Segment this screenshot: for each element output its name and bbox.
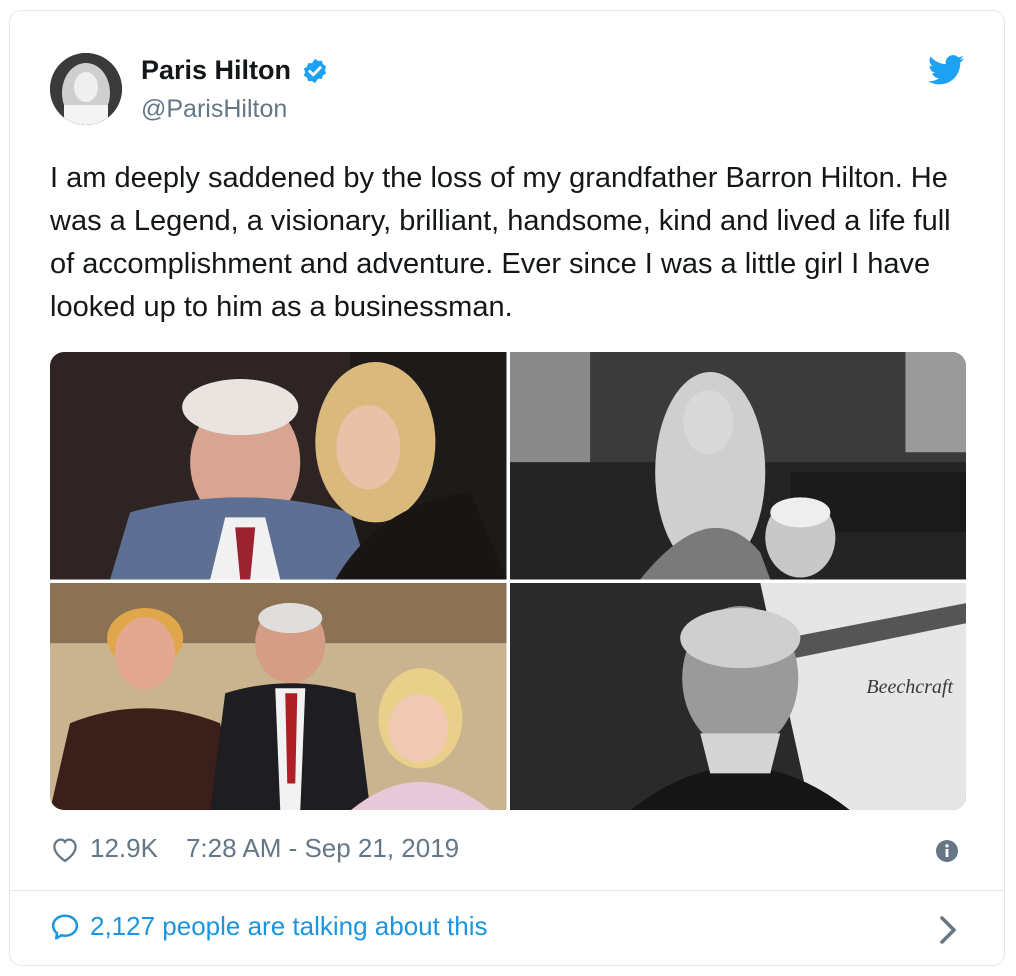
photo-1[interactable] — [50, 352, 507, 580]
tweet-text: I am deeply saddened by the loss of my g… — [50, 162, 951, 323]
tweet-meta: 12.9K 7:28 AM - Sep 21, 2019 — [50, 833, 459, 864]
photo-3[interactable] — [50, 582, 507, 810]
conversation-link[interactable]: 2,127 people are talking about this — [50, 911, 488, 942]
photo-4[interactable]: Beechcraft — [509, 582, 966, 810]
timestamp[interactable]: 7:28 AM - Sep 21, 2019 — [186, 833, 459, 864]
tweet-card: Paris Hilton @ParisHilton I am deeply sa… — [9, 10, 1005, 966]
author-row[interactable]: Paris Hilton — [141, 55, 329, 86]
verified-badge-icon — [303, 58, 327, 83]
beechcraft-sign: Beechcraft — [866, 676, 953, 698]
conversation-text[interactable]: 2,127 people are talking about this — [90, 911, 488, 942]
author-handle[interactable]: @ParisHilton — [141, 95, 287, 124]
like-count[interactable]: 12.9K — [90, 833, 158, 864]
author-name[interactable]: Paris Hilton — [141, 55, 291, 86]
divider — [10, 890, 1004, 891]
photo-grid: Beechcraft — [50, 352, 966, 810]
photo-2[interactable] — [509, 352, 966, 580]
avatar[interactable] — [50, 53, 122, 125]
heart-icon[interactable] — [50, 835, 80, 863]
twitter-bird-icon[interactable] — [928, 55, 964, 85]
speech-bubble-icon — [51, 914, 79, 939]
info-icon[interactable] — [935, 839, 959, 863]
chevron-right-icon[interactable] — [939, 915, 957, 945]
